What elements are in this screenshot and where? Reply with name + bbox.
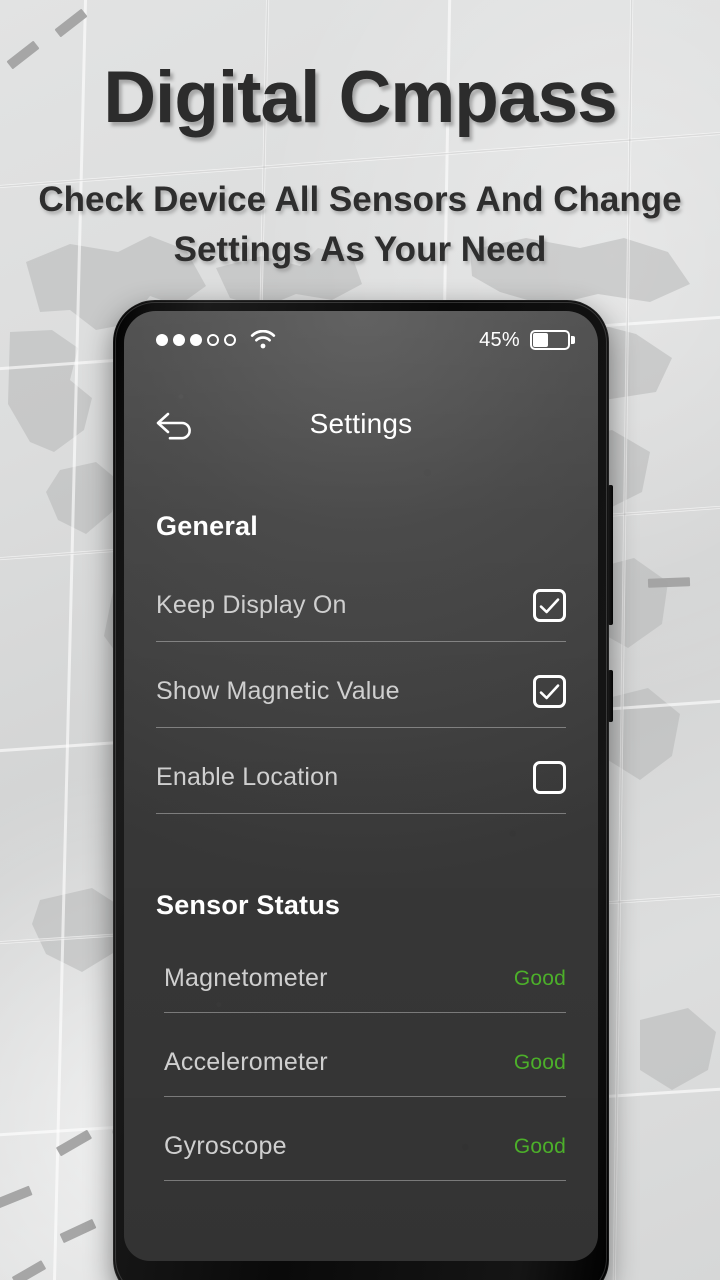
decorative-dash bbox=[647, 577, 691, 588]
sensor-status-section: Sensor Status Magnetometer Good Accelero… bbox=[124, 890, 598, 1181]
wifi-icon bbox=[250, 330, 276, 350]
sensor-row-gyroscope: Gyroscope Good bbox=[164, 1113, 566, 1181]
sensor-label: Accelerometer bbox=[164, 1048, 328, 1076]
volume-button[interactable] bbox=[608, 485, 613, 625]
signal-dot-1 bbox=[156, 334, 168, 346]
status-bar-right: 45% bbox=[479, 328, 575, 352]
setting-row-enable-location[interactable]: Enable Location bbox=[156, 742, 566, 814]
status-badge-accelerometer: Good bbox=[513, 1050, 566, 1074]
signal-dot-2 bbox=[173, 334, 185, 346]
phone-screen: 45% Settings General Keep Display On Sho… bbox=[124, 311, 598, 1261]
general-section: General Keep Display On Show Magnetic Va… bbox=[124, 511, 598, 814]
back-arrow-icon bbox=[156, 412, 191, 440]
signal-dot-5 bbox=[224, 334, 236, 346]
general-section-heading: General bbox=[156, 511, 258, 541]
checkbox-show-magnetic-value[interactable] bbox=[533, 675, 566, 708]
page-subtitle-line1: Check Device All Sensors And Change bbox=[38, 180, 682, 219]
power-button[interactable] bbox=[608, 670, 613, 722]
setting-row-show-magnetic-value[interactable]: Show Magnetic Value bbox=[156, 656, 566, 728]
sensor-row-magnetometer: Magnetometer Good bbox=[164, 945, 566, 1013]
page-title: Digital Cmpass bbox=[103, 57, 617, 138]
phone-mockup: 45% Settings General Keep Display On Sho… bbox=[113, 300, 613, 1280]
sensor-label: Magnetometer bbox=[164, 964, 328, 992]
signal-dot-3 bbox=[190, 334, 202, 346]
sensor-row-accelerometer: Accelerometer Good bbox=[164, 1029, 566, 1097]
page-subtitle: Check Device All Sensors And Change Sett… bbox=[0, 175, 720, 275]
app-bar: Settings bbox=[124, 391, 598, 457]
sensor-status-heading: Sensor Status bbox=[156, 890, 341, 920]
signal-dots-icon bbox=[156, 334, 236, 346]
setting-label: Show Magnetic Value bbox=[156, 677, 400, 705]
general-rows: Keep Display On Show Magnetic Value Enab… bbox=[156, 570, 566, 814]
sensor-label: Gyroscope bbox=[164, 1132, 287, 1160]
battery-icon bbox=[530, 330, 575, 350]
page-subtitle-line2: Settings As Your Need bbox=[173, 230, 547, 269]
checkmark-icon bbox=[539, 683, 560, 699]
checkmark-icon bbox=[539, 597, 560, 613]
battery-cap bbox=[571, 336, 575, 344]
status-badge-magnetometer: Good bbox=[513, 966, 566, 990]
status-badge-gyroscope: Good bbox=[513, 1134, 566, 1158]
back-button[interactable] bbox=[154, 407, 198, 441]
battery-fill bbox=[533, 333, 549, 347]
setting-label: Enable Location bbox=[156, 763, 339, 791]
sensor-rows: Magnetometer Good Accelerometer Good Gyr… bbox=[156, 945, 566, 1181]
setting-row-keep-display-on[interactable]: Keep Display On bbox=[156, 570, 566, 642]
checkbox-keep-display-on[interactable] bbox=[533, 589, 566, 622]
battery-percent-label: 45% bbox=[479, 328, 520, 351]
status-bar: 45% bbox=[124, 311, 598, 369]
setting-label: Keep Display On bbox=[156, 591, 347, 619]
checkbox-enable-location[interactable] bbox=[533, 761, 566, 794]
signal-dot-4 bbox=[207, 334, 219, 346]
